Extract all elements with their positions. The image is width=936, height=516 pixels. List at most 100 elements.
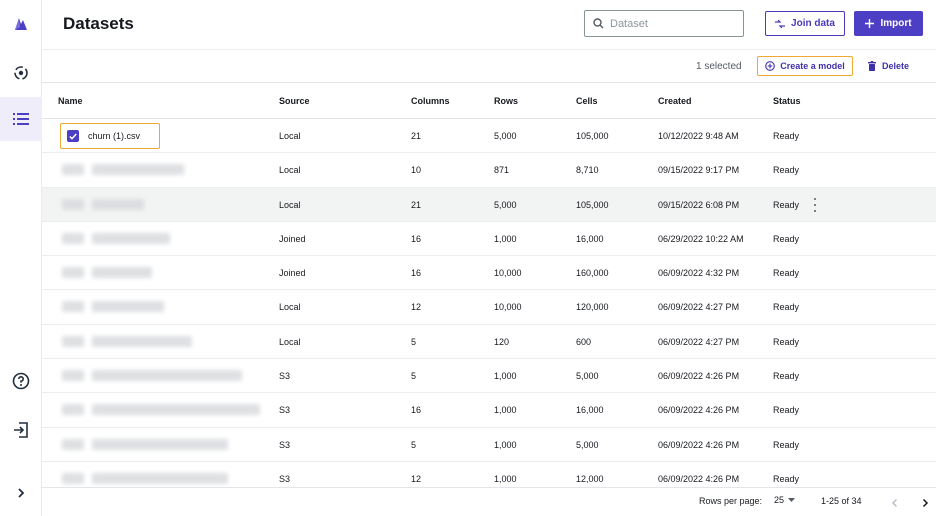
cell-columns: 12: [411, 473, 422, 484]
redacted-dataset-name[interactable]: [92, 404, 260, 416]
cell-source: Local: [279, 199, 301, 210]
table-row[interactable]: Joined 16 10,000 160,000 06/09/2022 4:32 PM R…: [42, 256, 936, 291]
cell-rows: 5,000: [494, 199, 517, 210]
table-row[interactable]: Local 12 10,000 120,000 06/09/2022 4:27 PM Re…: [42, 290, 936, 325]
create-model-button[interactable]: Create a model: [757, 56, 853, 76]
cell-rows: 10,000: [494, 302, 522, 313]
search-icon: [593, 18, 604, 29]
column-header-created[interactable]: Created: [658, 96, 692, 106]
redacted-dataset-name[interactable]: [92, 164, 184, 176]
cell-cells: 8,710: [576, 165, 599, 176]
models-icon[interactable]: [0, 51, 42, 95]
rows-per-page-select[interactable]: 25: [774, 495, 796, 505]
previous-page-button[interactable]: [890, 495, 900, 513]
next-page-button[interactable]: [920, 495, 930, 513]
cell-source: Local: [279, 336, 301, 347]
search-input[interactable]: [610, 17, 730, 30]
cell-cells: 120,000: [576, 302, 609, 313]
redacted-dataset-name[interactable]: [92, 267, 152, 279]
table-action-bar: 1 selected Create a model Delete: [42, 50, 936, 83]
redacted-dataset-name[interactable]: [92, 472, 228, 484]
table-row[interactable]: Joined 16 1,000 16,000 06/29/2022 10:22 AM Re…: [42, 222, 936, 257]
redacted-dataset-name[interactable]: [92, 438, 228, 450]
cell-cells: 5,000: [576, 371, 599, 382]
redacted-checkbox[interactable]: [62, 472, 84, 484]
chevron-right-icon: [922, 498, 929, 508]
table-row[interactable]: S3 16 1,000 16,000 06/09/2022 4:26 PM Ready: [42, 393, 936, 428]
redacted-checkbox[interactable]: [62, 232, 84, 244]
redacted-dataset-name[interactable]: [92, 370, 242, 382]
import-button[interactable]: Import: [854, 11, 923, 36]
left-nav-rail: [0, 0, 42, 516]
redacted-dataset-name[interactable]: [92, 335, 192, 347]
redacted-checkbox[interactable]: [62, 198, 84, 210]
column-header-columns[interactable]: Columns: [411, 96, 450, 106]
cell-created: 06/09/2022 4:27 PM: [658, 302, 740, 313]
cell-columns: 5: [411, 371, 417, 382]
cell-status: Ready: [773, 233, 800, 244]
cell-cells: 105,000: [576, 131, 609, 141]
table-row[interactable]: Local 5 120 600 06/09/2022 4:27 PM Ready: [42, 325, 936, 360]
redacted-checkbox[interactable]: [62, 335, 84, 347]
table-row[interactable]: Local 21 5,000 105,000 09/15/2022 6:08 PM Rea…: [42, 187, 936, 222]
join-data-label: Join data: [791, 18, 835, 29]
cell-rows: 5,000: [494, 131, 517, 141]
column-header-rows[interactable]: Rows: [494, 96, 518, 106]
cell-source: Joined: [279, 233, 306, 244]
rows-per-page-label: Rows per page:: [699, 496, 763, 506]
cell-source: Joined: [279, 268, 306, 279]
sign-out-icon[interactable]: [0, 408, 42, 452]
redacted-dataset-name[interactable]: [92, 232, 170, 244]
datasets-icon[interactable]: [0, 97, 42, 141]
join-icon: [775, 19, 786, 28]
redacted-checkbox[interactable]: [62, 404, 84, 416]
expand-icon[interactable]: [0, 471, 42, 515]
cell-columns: 21: [411, 199, 422, 210]
plus-icon: [865, 19, 875, 28]
redacted-dataset-name[interactable]: [92, 301, 164, 313]
redacted-dataset-name[interactable]: [92, 198, 144, 210]
cell-status: Ready: [773, 473, 800, 484]
redacted-checkbox[interactable]: [62, 438, 84, 450]
row-checkbox[interactable]: [67, 130, 79, 142]
table-row[interactable]: Local 10 871 8,710 09/15/2022 9:17 PM Ready: [42, 153, 936, 188]
cell-rows: 120: [494, 336, 510, 347]
page-header: Datasets Join data Import: [42, 0, 936, 50]
redacted-checkbox[interactable]: [62, 164, 84, 176]
pagination-range: 1-25 of 34: [821, 496, 862, 506]
cell-columns: 12: [411, 302, 422, 313]
table-row[interactable]: churn (1).csv Local 21 5,000 105,000 10/12/20…: [42, 119, 936, 154]
join-data-button[interactable]: Join data: [765, 11, 845, 36]
cell-rows: 1,000: [494, 405, 517, 416]
redacted-checkbox[interactable]: [62, 267, 84, 279]
cell-created: 06/09/2022 4:27 PM: [658, 336, 740, 347]
table-row[interactable]: S3 5 1,000 5,000 06/09/2022 4:26 PM Ready: [42, 428, 936, 462]
dataset-name-cell[interactable]: churn (1).csv: [60, 123, 160, 149]
cell-rows: 1,000: [494, 439, 517, 450]
create-model-label: Create a model: [780, 61, 845, 71]
table-row[interactable]: S3 5 1,000 5,000 06/09/2022 4:26 PM Ready: [42, 359, 936, 394]
column-header-source[interactable]: Source: [279, 96, 310, 106]
search-box[interactable]: [584, 10, 744, 37]
cell-cells: 16,000: [576, 405, 604, 416]
canvas-logo-icon[interactable]: [0, 2, 42, 46]
delete-button[interactable]: Delete: [868, 56, 918, 76]
cell-columns: 16: [411, 233, 422, 244]
row-actions-icon[interactable]: [812, 197, 818, 212]
cell-source: Local: [279, 131, 301, 141]
cell-status: Ready: [773, 131, 800, 141]
cell-source: Local: [279, 302, 301, 313]
redacted-checkbox[interactable]: [62, 301, 84, 313]
caret-down-icon: [788, 498, 796, 502]
selected-count: 1 selected: [696, 61, 742, 72]
column-header-name[interactable]: Name: [58, 96, 83, 106]
redacted-checkbox[interactable]: [62, 370, 84, 382]
page-title: Datasets: [63, 14, 134, 33]
help-icon[interactable]: [0, 359, 42, 403]
column-header-cells[interactable]: Cells: [576, 96, 598, 106]
table-body: churn (1).csv Local 21 5,000 105,000 10/12/20…: [42, 119, 936, 497]
column-header-status[interactable]: Status: [773, 96, 801, 106]
chevron-left-icon: [891, 498, 898, 508]
cell-columns: 16: [411, 405, 422, 416]
cell-status: Ready: [773, 165, 800, 176]
